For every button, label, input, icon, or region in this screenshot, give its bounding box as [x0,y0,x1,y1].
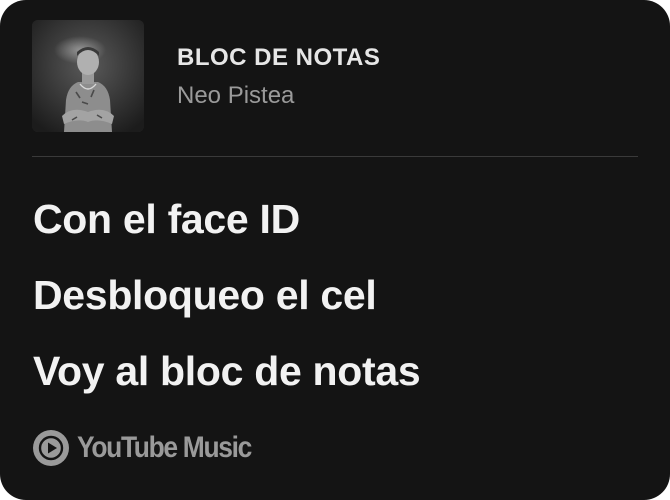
lyric-line: Voy al bloc de notas [33,348,421,394]
artist-name: Neo Pistea [177,82,295,109]
youtube-music-brand: YouTube Music [32,428,275,468]
lyric-line: Con el face ID [33,196,300,242]
lyric-line: Desbloqueo el cel [33,272,377,318]
track-header: BLOC DE NOTAS Neo Pistea [32,20,638,134]
album-cover-image [32,20,144,132]
lyrics-share-card: BLOC DE NOTAS Neo Pistea Con el face ID … [0,0,670,500]
song-title: BLOC DE NOTAS [177,44,381,71]
lyrics-block: Con el face ID Desbloqueo el cel Voy al … [33,194,643,422]
header-divider [32,156,638,157]
brand-name: YouTube Music [77,431,252,464]
youtube-music-logo-icon [33,430,69,466]
